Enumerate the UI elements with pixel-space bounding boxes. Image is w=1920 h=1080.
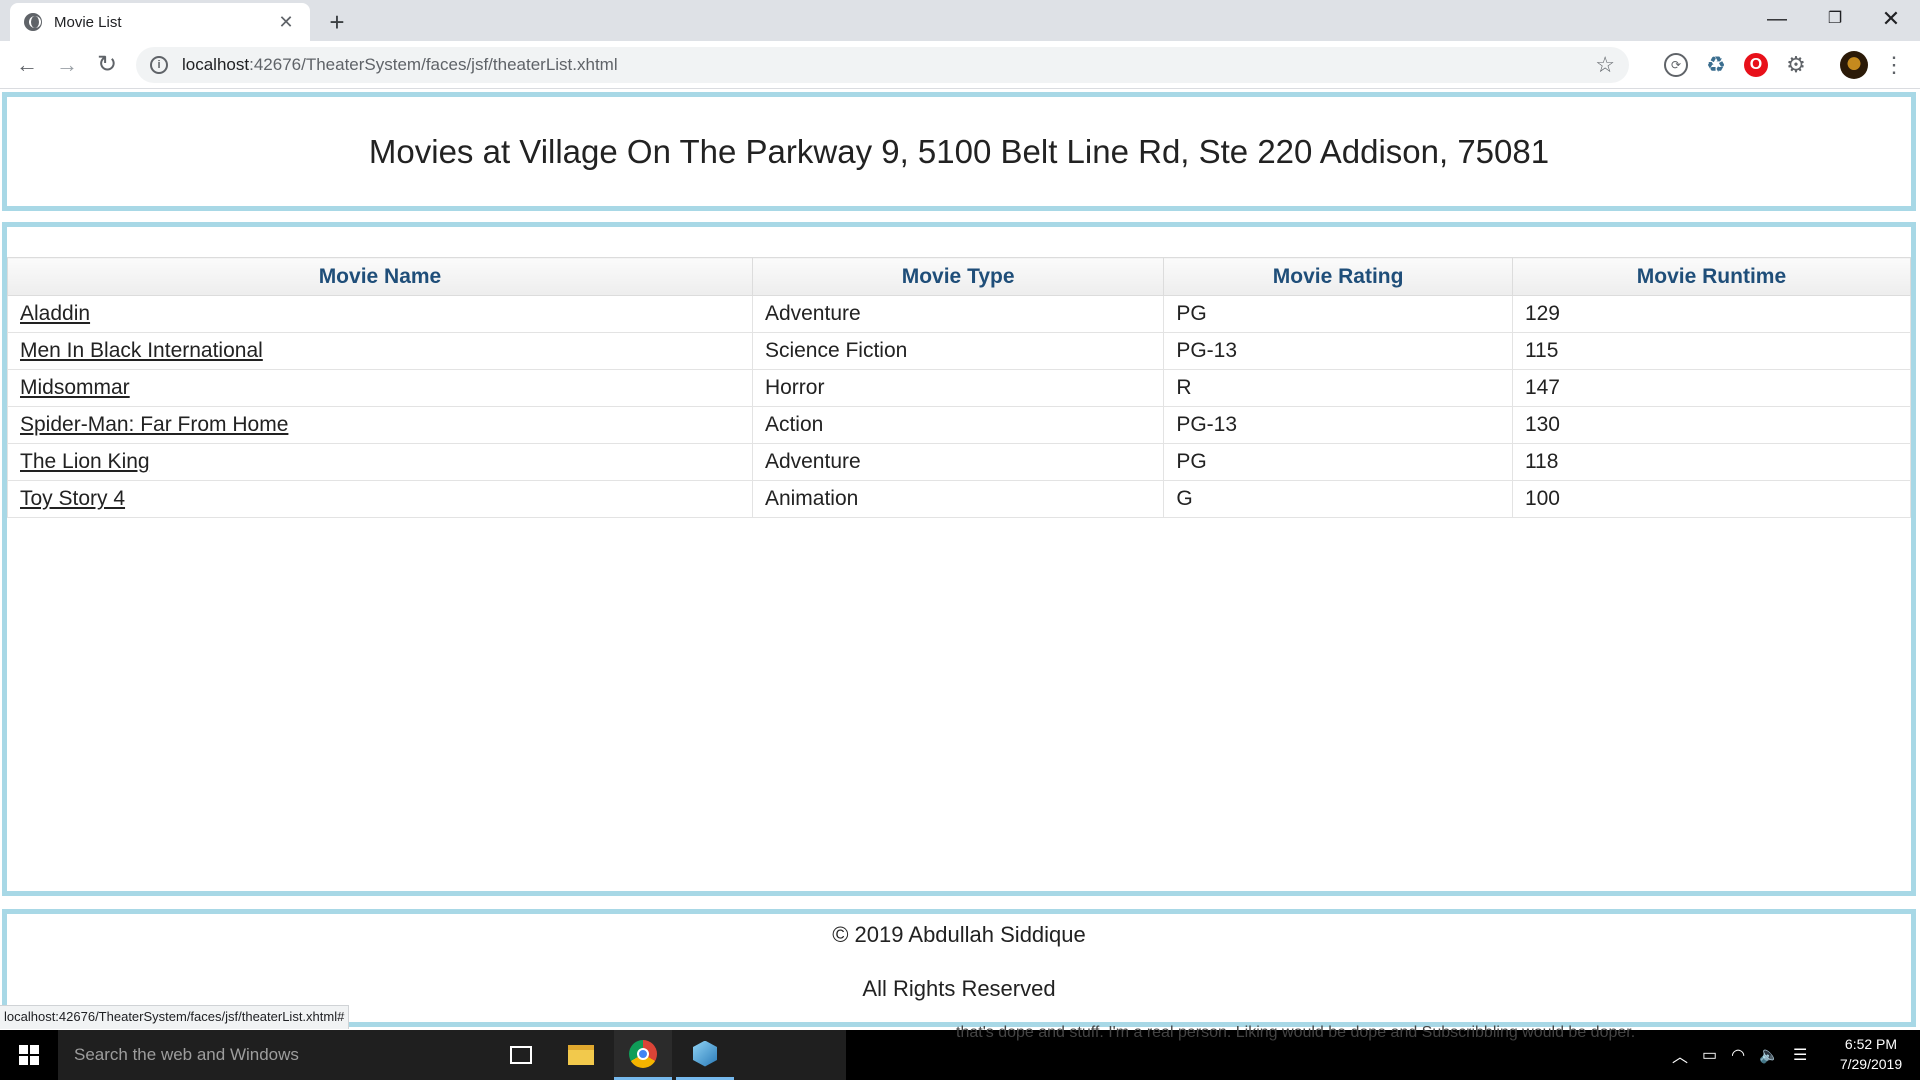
globe-icon (24, 13, 42, 31)
movie-runtime-cell: 118 (1511, 443, 1912, 481)
chrome-app[interactable] (614, 1030, 672, 1080)
movie-name-cell: Midsommar (7, 369, 753, 407)
movie-type-cell: Action (751, 406, 1165, 444)
sync-icon[interactable]: ⟳ (1664, 53, 1688, 77)
movie-link[interactable]: Midsommar (20, 376, 130, 399)
minimize-button[interactable]: — (1748, 0, 1806, 38)
browser-menu-icon[interactable]: ⋮ (1882, 49, 1906, 81)
movie-type-cell: Horror (751, 369, 1165, 407)
header-panel: Movies at Village On The Parkway 9, 5100… (2, 92, 1916, 211)
close-window-button[interactable]: ✕ (1862, 0, 1920, 38)
movie-rating-cell: G (1163, 480, 1513, 518)
new-tab-button[interactable]: + (322, 7, 352, 38)
movie-link[interactable]: Spider-Man: Far From Home (20, 413, 288, 436)
movie-name-cell: Toy Story 4 (7, 480, 753, 518)
windows-logo-icon (19, 1045, 39, 1065)
movie-link[interactable]: The Lion King (20, 450, 150, 473)
tab-title: Movie List (54, 13, 122, 31)
netbeans-icon (693, 1040, 717, 1067)
recycle-icon[interactable]: ♻ (1704, 53, 1728, 77)
movie-name-cell: The Lion King (7, 443, 753, 481)
bookmark-star-icon[interactable]: ☆ (1595, 52, 1615, 78)
column-header-movie-rating[interactable]: Movie Rating (1163, 257, 1513, 296)
table-row: The Lion King Adventure PG 118 (7, 443, 1912, 481)
table-header-row: Movie Name Movie Type Movie Rating Movie… (7, 257, 1912, 296)
movie-rating-cell: R (1163, 369, 1513, 407)
movie-type-cell: Adventure (751, 443, 1165, 481)
task-view-icon (510, 1046, 532, 1064)
wifi-icon[interactable]: ◠ (1731, 1045, 1745, 1065)
column-header-movie-runtime[interactable]: Movie Runtime (1511, 257, 1912, 296)
forward-button[interactable]: → (51, 49, 83, 81)
chrome-icon (629, 1039, 657, 1068)
info-icon[interactable]: i (150, 56, 168, 74)
file-explorer-app[interactable] (552, 1030, 610, 1080)
movie-runtime-cell: 115 (1511, 332, 1912, 370)
battery-icon[interactable]: ▭ (1702, 1045, 1717, 1065)
tab-close-button[interactable]: ✕ (276, 12, 296, 33)
movie-rating-cell: PG (1163, 295, 1513, 333)
browser-titlebar: Movie List ✕ + — ❐ ✕ (0, 0, 1920, 41)
movie-runtime-cell: 100 (1511, 480, 1912, 518)
movie-table: Movie Name Movie Type Movie Rating Movie… (7, 257, 1912, 518)
copyright-text: © 2019 Abdullah Siddique (832, 922, 1086, 947)
movie-type-cell: Science Fiction (751, 332, 1165, 370)
volume-icon[interactable]: 🔈 (1759, 1045, 1779, 1065)
movie-name-cell: Aladdin (7, 295, 753, 333)
movie-type-cell: Adventure (751, 295, 1165, 333)
folder-icon (568, 1045, 594, 1065)
url-host: localhost (182, 55, 250, 74)
browser-toolbar: ← → ↻ i localhost:42676/TheaterSystem/fa… (0, 41, 1920, 89)
table-row: Midsommar Horror R 147 (7, 369, 1912, 407)
movie-runtime-cell: 147 (1511, 369, 1912, 407)
movie-name-cell: Men In Black International (7, 332, 753, 370)
table-row: Men In Black International Science Ficti… (7, 332, 1912, 370)
back-button[interactable]: ← (11, 49, 43, 81)
page-title: Movies at Village On The Parkway 9, 5100… (368, 132, 1550, 170)
clock-date: 7/29/2019 (1839, 1056, 1903, 1072)
taskbar-search-placeholder: Search the web and Windows (74, 1045, 299, 1064)
movie-link[interactable]: Toy Story 4 (20, 487, 125, 510)
movie-rating-cell: PG-13 (1163, 332, 1513, 370)
movie-link[interactable]: Aladdin (20, 302, 90, 325)
browser-tab[interactable]: Movie List ✕ (10, 3, 310, 41)
table-row: Toy Story 4 Animation G 100 (7, 480, 1912, 518)
link-status-bubble: localhost:42676/TheaterSystem/faces/jsf/… (0, 1005, 350, 1029)
table-row: Spider-Man: Far From Home Action PG-13 1… (7, 406, 1912, 444)
profile-avatar[interactable] (1840, 51, 1868, 79)
movie-link[interactable]: Men In Black International (20, 339, 263, 362)
maximize-button[interactable]: ❐ (1806, 0, 1864, 38)
opera-icon[interactable]: O (1744, 53, 1768, 77)
start-button[interactable] (0, 1030, 58, 1080)
rights-text: All Rights Reserved (862, 976, 1056, 1001)
movie-rating-cell: PG-13 (1163, 406, 1513, 444)
url-path: :42676/TheaterSystem/faces/jsf/theaterLi… (249, 55, 618, 74)
gear-icon[interactable]: ⚙ (1784, 53, 1808, 77)
movie-runtime-cell: 129 (1511, 295, 1912, 333)
reload-button[interactable]: ↻ (91, 49, 123, 81)
column-header-movie-name[interactable]: Movie Name (7, 257, 753, 296)
clock-time: 6:52 PM (1844, 1036, 1898, 1052)
chevron-up-icon[interactable]: ︿ (1672, 1043, 1688, 1067)
notification-icon[interactable]: ☰ (1793, 1045, 1807, 1065)
taskbar-clock[interactable]: 6:52 PM 7/29/2019 (1824, 1034, 1918, 1074)
content-panel: Movie Name Movie Type Movie Rating Movie… (2, 222, 1916, 896)
movie-type-cell: Animation (751, 480, 1165, 518)
system-tray: ︿ ▭ ◠ 🔈 ☰ (1672, 1030, 1807, 1080)
movie-name-cell: Spider-Man: Far From Home (7, 406, 753, 444)
column-header-movie-type[interactable]: Movie Type (751, 257, 1165, 296)
table-row: Aladdin Adventure PG 129 (7, 295, 1912, 333)
movie-rating-cell: PG (1163, 443, 1513, 481)
movie-runtime-cell: 130 (1511, 406, 1912, 444)
address-bar[interactable]: i localhost:42676/TheaterSystem/faces/js… (136, 47, 1629, 83)
task-view-button[interactable] (492, 1030, 550, 1080)
overlay-caption-text: that's dope and stuff. I'm a real person… (956, 1024, 1636, 1041)
netbeans-app[interactable] (676, 1030, 734, 1080)
